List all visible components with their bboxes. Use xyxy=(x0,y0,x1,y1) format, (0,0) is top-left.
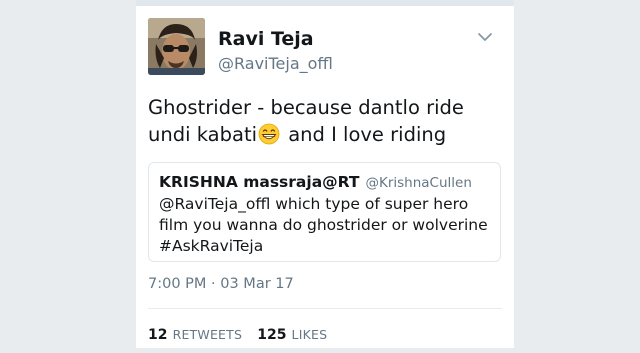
grinning-face-emoji-icon xyxy=(258,123,280,145)
tweet-text: Ghostrider - because dantlo ride undi ka… xyxy=(148,94,504,148)
author-handle[interactable]: @RaviTeja_offl xyxy=(218,54,333,73)
quoted-author-handle: @KrishnaCullen xyxy=(365,175,472,191)
retweets-label: RETWEETS xyxy=(172,327,243,342)
likes-label: LIKES xyxy=(291,327,328,342)
quoted-tweet-header: KRISHNA massraja@RT @KrishnaCullen xyxy=(159,172,472,191)
quoted-author-name: KRISHNA massraja@RT xyxy=(159,173,360,191)
tweet-stats: 12 RETWEETS 125 LIKES xyxy=(148,324,337,343)
avatar-image xyxy=(148,18,205,75)
likes-count: 125 xyxy=(257,327,287,343)
author-avatar[interactable] xyxy=(148,18,205,75)
retweets-count: 12 xyxy=(148,327,168,343)
likes-stat[interactable]: 125 LIKES xyxy=(257,324,327,343)
tweet-timestamp[interactable]: 7:00 PM · 03 Mar 17 xyxy=(148,276,294,292)
retweets-stat[interactable]: 12 RETWEETS xyxy=(148,324,242,343)
tweet-text-part-2: and I love riding xyxy=(282,123,447,146)
chevron-down-icon[interactable] xyxy=(476,30,494,44)
author-name[interactable]: Ravi Teja xyxy=(218,28,314,50)
tweet-card: Ravi Teja @RaviTeja_offl Ghostrider - be… xyxy=(136,0,514,353)
quoted-tweet-text: @RaviTeja_offl which type of super hero … xyxy=(159,195,488,255)
divider xyxy=(148,308,502,309)
quoted-tweet[interactable]: KRISHNA massraja@RT @KrishnaCullen @RaviT… xyxy=(148,162,501,262)
